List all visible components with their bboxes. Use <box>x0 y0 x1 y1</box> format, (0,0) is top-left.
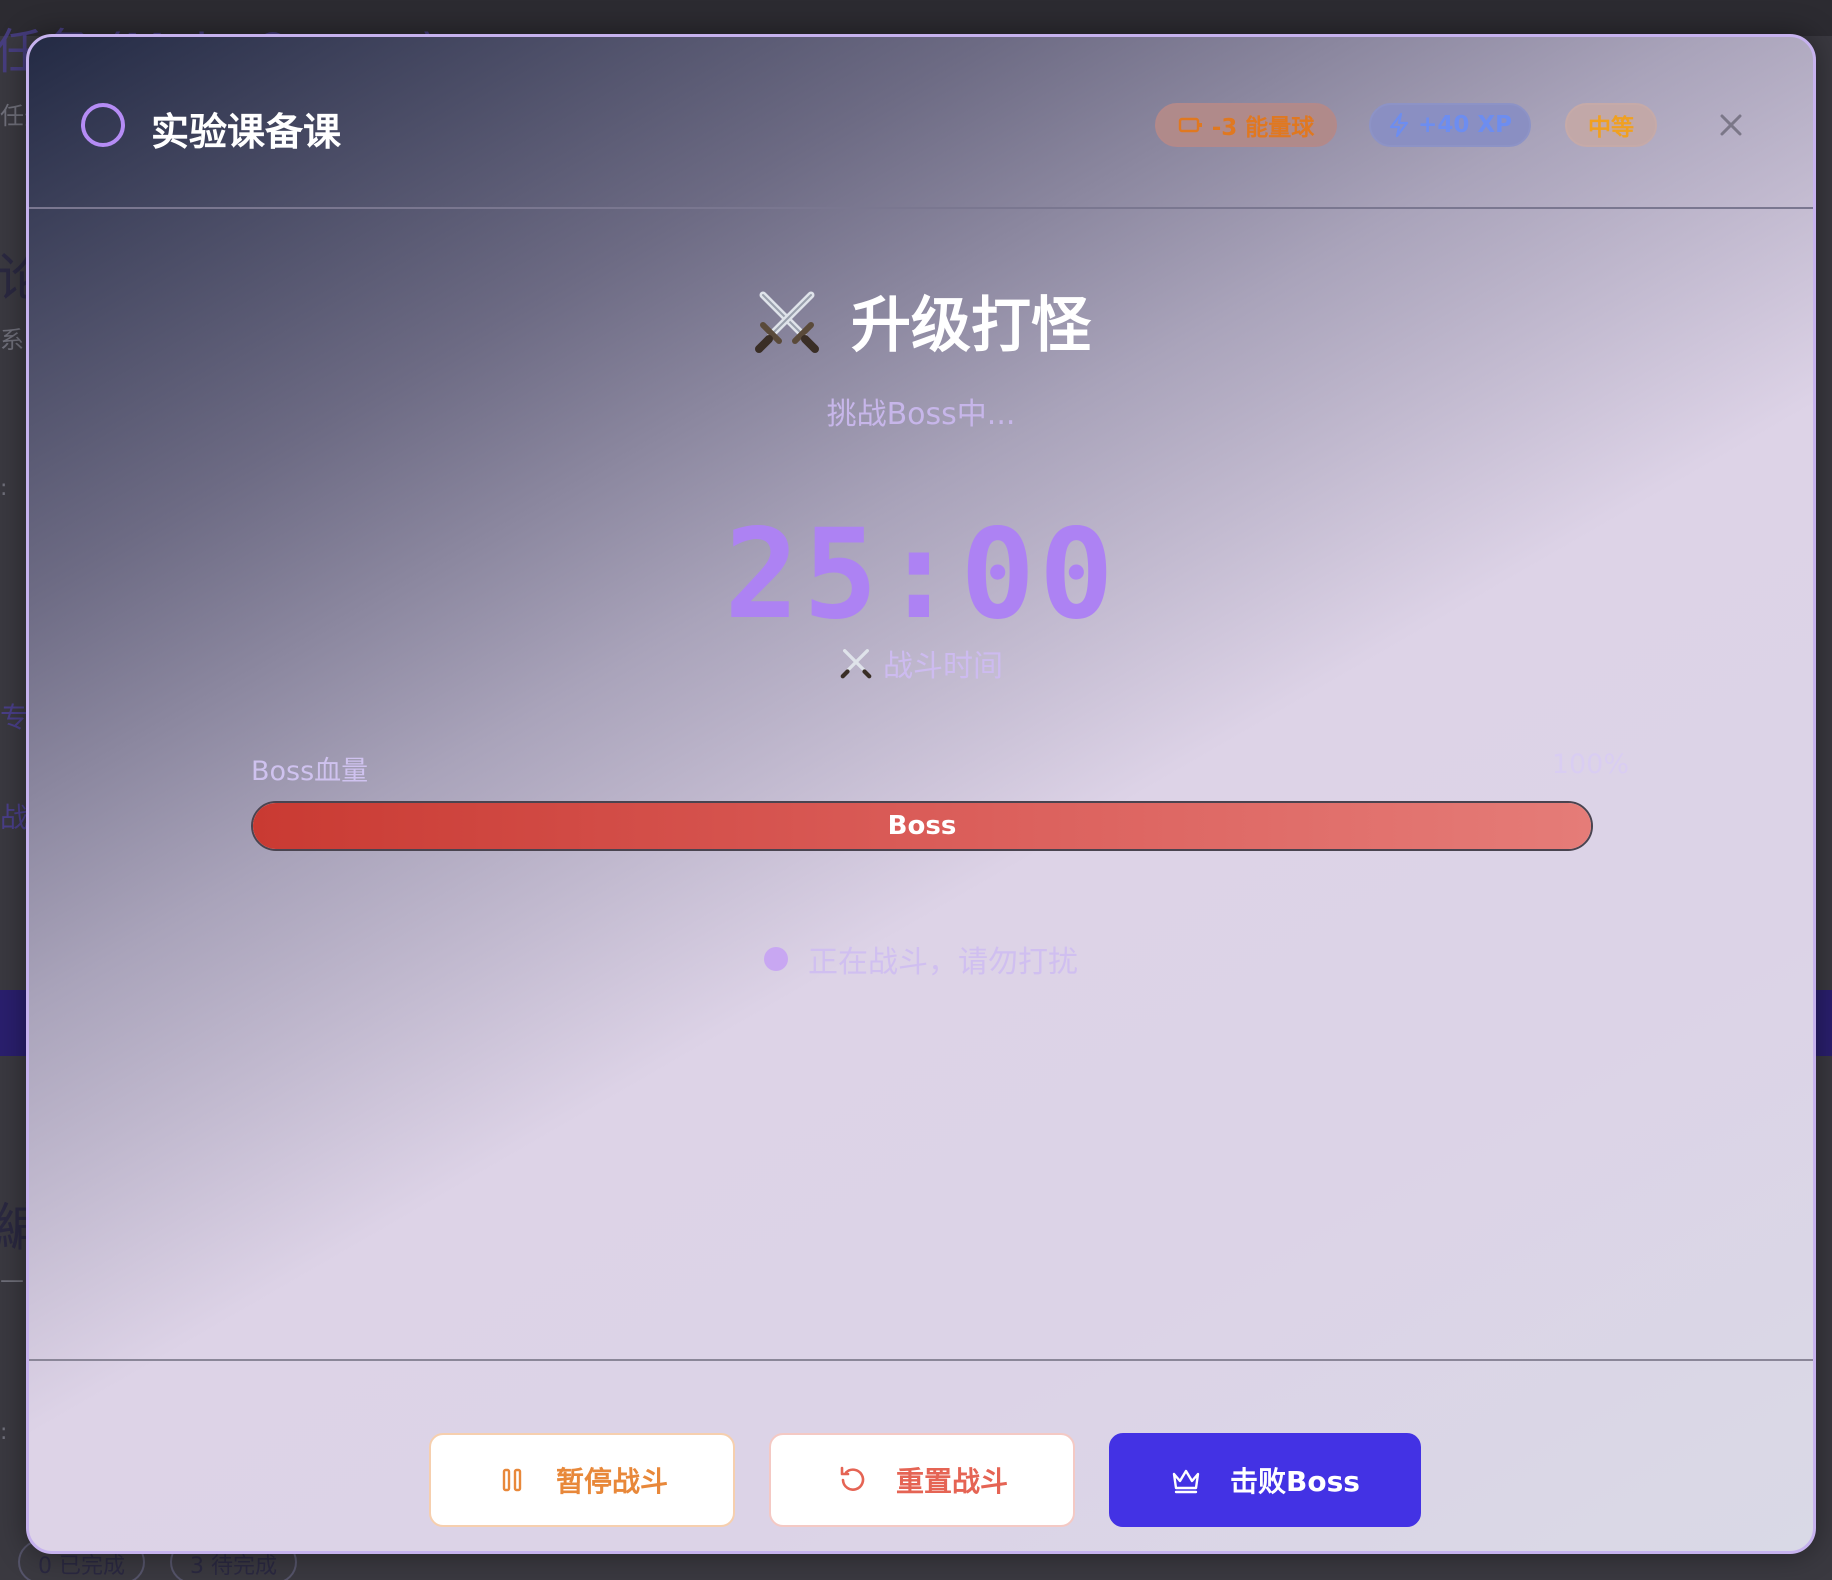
pause-battle-label: 暂停战斗 <box>555 1465 668 1498</box>
battle-subtitle: 挑战Boss中... <box>826 397 1016 432</box>
background-card-field: : <box>0 476 8 501</box>
background-card-subtitle: — <box>0 1266 24 1294</box>
quest-title: 实验课备课 <box>151 110 342 154</box>
close-icon[interactable] <box>1713 107 1749 143</box>
modal-footer: 暂停战斗 重置战斗 击败Boss <box>29 1359 1813 1551</box>
defeat-boss-label: 击败Boss <box>1230 1465 1360 1498</box>
modal-header: 实验课备课 -3 能量球 +40 XP 中等 <box>29 37 1813 209</box>
crown-icon <box>1172 1469 1200 1494</box>
boss-hp-bar-label: Boss <box>887 811 957 841</box>
boss-hp-percent: 100% <box>1551 749 1629 780</box>
battle-heading: 升级打怪 <box>29 277 1813 364</box>
timer-label: 战斗时间 <box>883 649 1003 684</box>
xp-reward-text: +40 XP <box>1418 112 1512 138</box>
background-card-subtitle: 系 <box>0 326 24 354</box>
battle-title: 升级打怪 <box>851 291 1091 361</box>
timer-label-row: 战斗时间 <box>29 641 1813 685</box>
defeat-boss-button[interactable]: 击败Boss <box>1109 1433 1421 1527</box>
reset-battle-label: 重置战斗 <box>895 1465 1008 1498</box>
crossed-swords-icon <box>755 291 819 353</box>
energy-cost-text: -3 能量球 <box>1211 115 1315 141</box>
xp-reward-badge: +40 XP <box>1369 103 1531 147</box>
difficulty-badge: 中等 <box>1565 103 1657 147</box>
difficulty-text: 中等 <box>1588 115 1634 141</box>
battery-icon <box>1178 117 1202 133</box>
battle-status-text: 正在战斗，请勿打扰 <box>808 945 1078 980</box>
countdown-timer: 25:00 <box>724 503 1118 647</box>
background-card-tag: 专 <box>0 701 29 734</box>
background-card-field: : <box>0 1420 8 1445</box>
crossed-swords-icon <box>840 649 872 679</box>
energy-cost-badge: -3 能量球 <box>1155 103 1337 147</box>
reset-battle-button[interactable]: 重置战斗 <box>769 1433 1075 1527</box>
boss-hp-bar: Boss <box>251 801 1593 851</box>
circle-outline-icon[interactable] <box>81 103 125 147</box>
background-card-tag: 战 <box>0 801 29 834</box>
rotate-ccw-icon <box>840 1466 865 1491</box>
lightning-icon <box>1389 112 1409 138</box>
boss-hp-label: Boss血量 <box>251 756 369 787</box>
pause-battle-button[interactable]: 暂停战斗 <box>429 1433 735 1527</box>
pause-icon <box>502 1468 522 1492</box>
boss-battle-modal: 实验课备课 -3 能量球 +40 XP 中等 升级打怪 挑战Boss中... 2… <box>26 34 1816 1554</box>
status-dot-icon <box>764 947 788 971</box>
battle-status: 正在战斗，请勿打扰 <box>29 937 1813 981</box>
